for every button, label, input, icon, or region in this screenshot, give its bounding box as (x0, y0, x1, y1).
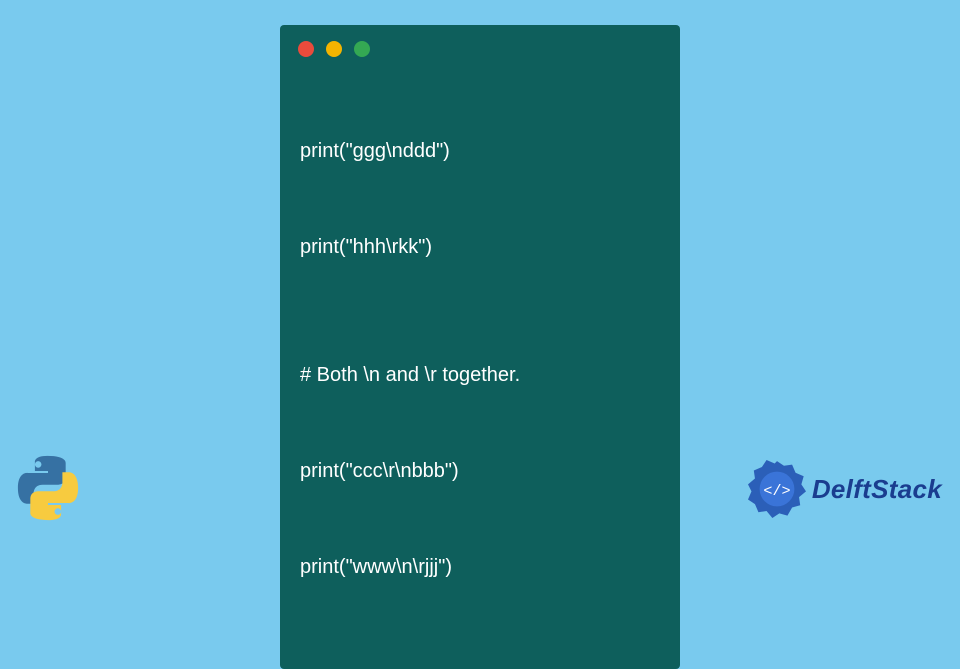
close-icon (298, 41, 314, 57)
brand-name: DelftStack (812, 474, 942, 505)
window-titlebar (280, 25, 680, 67)
code-comment-line: # Both \n and \r together. (300, 359, 660, 391)
python-logo-icon (12, 452, 84, 524)
code-line: print("ggg\nddd") (300, 135, 660, 167)
delftstack-logo: </> DelftStack (748, 460, 942, 518)
svg-text:</>: </> (763, 482, 790, 500)
code-line: print("hhh\rkk") (300, 231, 660, 263)
gear-icon: </> (748, 460, 806, 518)
code-window: print("ggg\nddd") print("hhh\rkk") # Bot… (280, 25, 680, 669)
code-body: print("ggg\nddd") print("hhh\rkk") # Bot… (280, 67, 680, 647)
code-line: print("ccc\r\nbbb") (300, 455, 660, 487)
minimize-icon (326, 41, 342, 57)
zoom-icon (354, 41, 370, 57)
code-line: print("www\n\rjjj") (300, 551, 660, 583)
